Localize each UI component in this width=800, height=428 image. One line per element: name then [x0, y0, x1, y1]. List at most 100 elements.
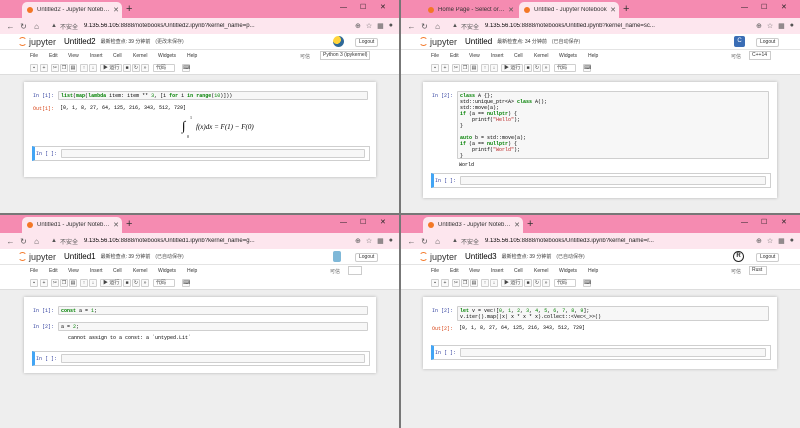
security-indicator[interactable]: ▲ 不安全 [452, 22, 479, 31]
menu-help[interactable]: Help [588, 53, 598, 59]
kernel-indicator[interactable]: Rust [749, 266, 767, 275]
menu-widgets[interactable]: Widgets [158, 268, 176, 274]
close-tab-icon[interactable]: ✕ [514, 221, 520, 229]
jupyter-logo[interactable]: jupyter [18, 252, 56, 262]
command-palette-icon[interactable]: ⌨ [583, 64, 591, 72]
kernel-indicator[interactable]: Python 3 (ipykernel) [320, 51, 370, 60]
menu-help[interactable]: Help [187, 268, 197, 274]
menu-edit[interactable]: Edit [450, 268, 459, 274]
menu-edit[interactable]: Edit [450, 53, 459, 59]
menu-cell[interactable]: Cell [514, 268, 523, 274]
back-icon[interactable]: ← [405, 237, 418, 246]
menu-file[interactable]: File [30, 268, 38, 274]
selected-cell[interactable]: In [ ]: [32, 351, 370, 366]
back-icon[interactable]: ← [4, 237, 17, 246]
logout-button[interactable]: Logout [756, 253, 780, 262]
copy-icon[interactable]: ❐ [60, 64, 68, 72]
profile-icon[interactable]: ● [389, 237, 393, 245]
favorite-icon[interactable]: ☆ [767, 237, 773, 245]
menu-edit[interactable]: Edit [49, 268, 58, 274]
insert-cell-icon[interactable]: + [40, 279, 48, 287]
restart-run-all-icon[interactable]: » [542, 64, 550, 72]
menu-insert[interactable]: Insert [90, 53, 103, 59]
trusted-indicator[interactable]: 可信 [731, 268, 741, 275]
cut-icon[interactable]: ✂ [51, 64, 59, 72]
menu-widgets[interactable]: Widgets [158, 53, 176, 59]
move-up-icon[interactable]: ↑ [80, 64, 88, 72]
paste-icon[interactable]: ▤ [470, 279, 478, 287]
menu-help[interactable]: Help [588, 268, 598, 274]
copy-icon[interactable]: ❐ [461, 279, 469, 287]
profile-icon[interactable]: ● [790, 22, 794, 30]
restart-icon[interactable]: ↻ [132, 279, 140, 287]
interrupt-icon[interactable]: ■ [524, 279, 532, 287]
new-tab-icon[interactable]: + [527, 218, 533, 230]
favorite-icon[interactable]: ☆ [366, 237, 372, 245]
tab-untitled1[interactable]: Untitled1 - Jupyter Notebook ✕ [22, 217, 122, 233]
command-palette-icon[interactable]: ⌨ [182, 279, 190, 287]
code-input[interactable]: let v = vec![0, 1, 2, 3, 4, 5, 6, 7, 8, … [457, 306, 769, 321]
notebook-title[interactable]: Untitled1 [64, 252, 96, 261]
command-palette-icon[interactable]: ⌨ [583, 279, 591, 287]
new-tab-icon[interactable]: + [623, 3, 629, 15]
menu-view[interactable]: View [469, 53, 480, 59]
run-button[interactable]: ▶ 运行 [501, 64, 524, 72]
menu-file[interactable]: File [30, 53, 38, 59]
zoom-icon[interactable]: ⊕ [756, 237, 762, 245]
move-down-icon[interactable]: ↓ [490, 64, 498, 72]
menu-widgets[interactable]: Widgets [559, 53, 577, 59]
minimize-icon[interactable]: — [741, 218, 748, 228]
cut-icon[interactable]: ✂ [51, 279, 59, 287]
jupyter-logo[interactable]: jupyter [419, 252, 457, 262]
back-icon[interactable]: ← [405, 22, 418, 31]
logout-button[interactable]: Logout [355, 253, 379, 262]
menu-cell[interactable]: Cell [514, 53, 523, 59]
menu-edit[interactable]: Edit [49, 53, 58, 59]
menu-view[interactable]: View [68, 268, 79, 274]
trusted-indicator[interactable]: 可信 [330, 268, 340, 275]
save-icon[interactable]: ▪ [30, 279, 38, 287]
maximize-icon[interactable]: ☐ [360, 3, 366, 13]
cut-icon[interactable]: ✂ [452, 279, 460, 287]
cut-icon[interactable]: ✂ [452, 64, 460, 72]
restart-icon[interactable]: ↻ [533, 64, 541, 72]
menu-cell[interactable]: Cell [113, 53, 122, 59]
close-tab-icon[interactable]: ✕ [610, 6, 616, 14]
favorite-icon[interactable]: ☆ [767, 22, 773, 30]
reload-icon[interactable]: ↻ [17, 22, 30, 31]
selected-cell[interactable]: In [ ]: [431, 173, 771, 188]
tab-home-page[interactable]: Home Page - Select or create a... ✕ [423, 2, 517, 18]
command-palette-icon[interactable]: ⌨ [182, 64, 190, 72]
move-down-icon[interactable]: ↓ [490, 279, 498, 287]
menu-kernel[interactable]: Kernel [534, 53, 548, 59]
run-button[interactable]: ▶ 运行 [501, 279, 524, 287]
menu-file[interactable]: File [431, 53, 439, 59]
code-input[interactable]: list(map(lambda item: item ** 3, [i for … [58, 91, 368, 100]
back-icon[interactable]: ← [4, 22, 17, 31]
cell-type-select[interactable]: 代码 [554, 279, 576, 287]
close-tab-icon[interactable]: ✕ [113, 6, 119, 14]
restart-icon[interactable]: ↻ [132, 64, 140, 72]
logout-button[interactable]: Logout [756, 38, 780, 47]
notebook-title[interactable]: Untitled3 [465, 252, 497, 261]
minimize-icon[interactable]: — [340, 3, 347, 13]
cell-type-select[interactable]: 代码 [153, 64, 175, 72]
menu-insert[interactable]: Insert [491, 268, 504, 274]
paste-icon[interactable]: ▤ [69, 279, 77, 287]
insert-cell-icon[interactable]: + [40, 64, 48, 72]
interrupt-icon[interactable]: ■ [123, 279, 131, 287]
menu-kernel[interactable]: Kernel [133, 268, 147, 274]
menu-kernel[interactable]: Kernel [534, 268, 548, 274]
security-indicator[interactable]: ▲ 不安全 [51, 237, 78, 246]
code-input[interactable]: a = 2; [58, 322, 368, 331]
close-window-icon[interactable]: ✕ [380, 3, 386, 13]
menu-view[interactable]: View [68, 53, 79, 59]
collections-icon[interactable]: ▦ [778, 22, 785, 30]
move-up-icon[interactable]: ↑ [481, 64, 489, 72]
menu-help[interactable]: Help [187, 53, 197, 59]
minimize-icon[interactable]: — [340, 218, 347, 228]
maximize-icon[interactable]: ☐ [761, 218, 767, 228]
insert-cell-icon[interactable]: + [441, 64, 449, 72]
menu-insert[interactable]: Insert [491, 53, 504, 59]
menu-cell[interactable]: Cell [113, 268, 122, 274]
